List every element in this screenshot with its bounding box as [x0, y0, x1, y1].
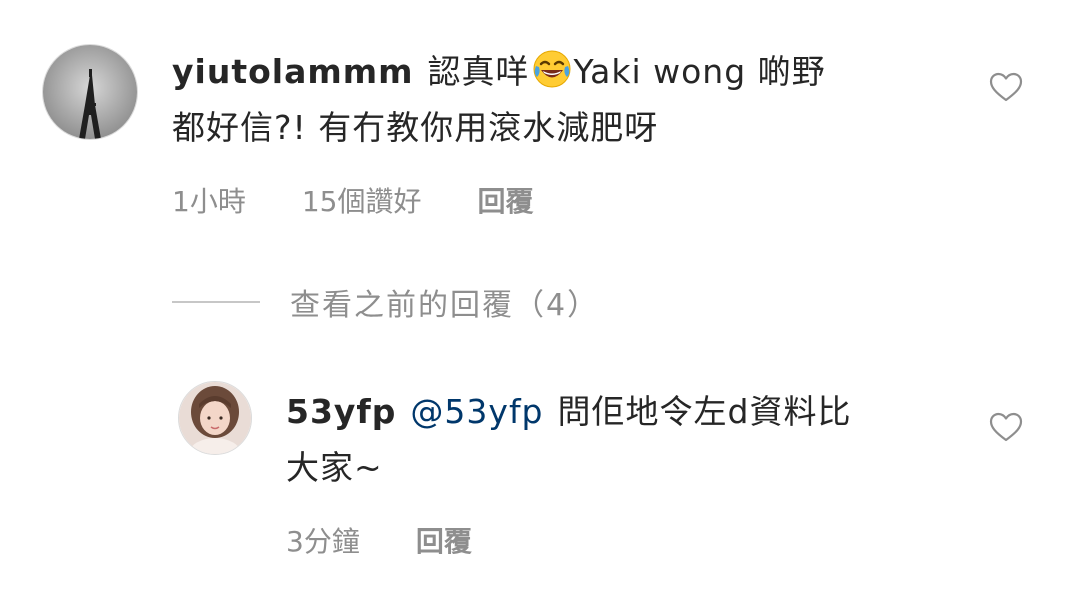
reply-text-line: 大家~ — [286, 448, 383, 487]
comment-text: yiutolammm 認真咩 Yaki wong 啲野 都好信?! 有冇教你用滾水… — [172, 44, 952, 156]
comment-likes[interactable]: 15個讚好 — [302, 180, 422, 220]
user-photo — [179, 382, 251, 454]
comment-text-part: 認真咩 — [427, 52, 530, 91]
reply-button[interactable]: 回覆 — [416, 520, 472, 560]
joy-emoji-icon — [533, 50, 570, 88]
reply-text: 53yfp @53yfp 問佢地令左d資料比 大家~ — [286, 384, 966, 496]
view-replies-label: 查看之前的回覆（4） — [290, 288, 600, 323]
reply-username[interactable]: 53yfp — [286, 392, 396, 431]
comment-time: 1小時 — [172, 185, 246, 218]
eiffel-tower-photo — [43, 45, 137, 139]
reply-text-part: 問佢地令左d資料比 — [557, 392, 852, 431]
reply-meta: 3分鐘 回覆 — [286, 520, 528, 560]
comment-meta: 1小時 15個讚好 回覆 — [172, 180, 589, 220]
reply-time: 3分鐘 — [286, 525, 360, 558]
like-heart-icon[interactable] — [989, 72, 1023, 102]
divider — [172, 301, 260, 303]
avatar[interactable] — [178, 381, 252, 455]
comment-username[interactable]: yiutolammm — [172, 52, 414, 91]
reply-button[interactable]: 回覆 — [477, 180, 533, 220]
avatar[interactable] — [42, 44, 138, 140]
view-previous-replies-button[interactable]: 查看之前的回覆（4） — [172, 280, 599, 324]
comment-text-line: 都好信?! 有冇教你用滾水減肥呀 — [172, 108, 659, 147]
mention-link[interactable]: @53yfp — [410, 392, 543, 431]
comment-text-part: Yaki wong 啲野 — [573, 52, 826, 91]
like-heart-icon[interactable] — [989, 412, 1023, 442]
